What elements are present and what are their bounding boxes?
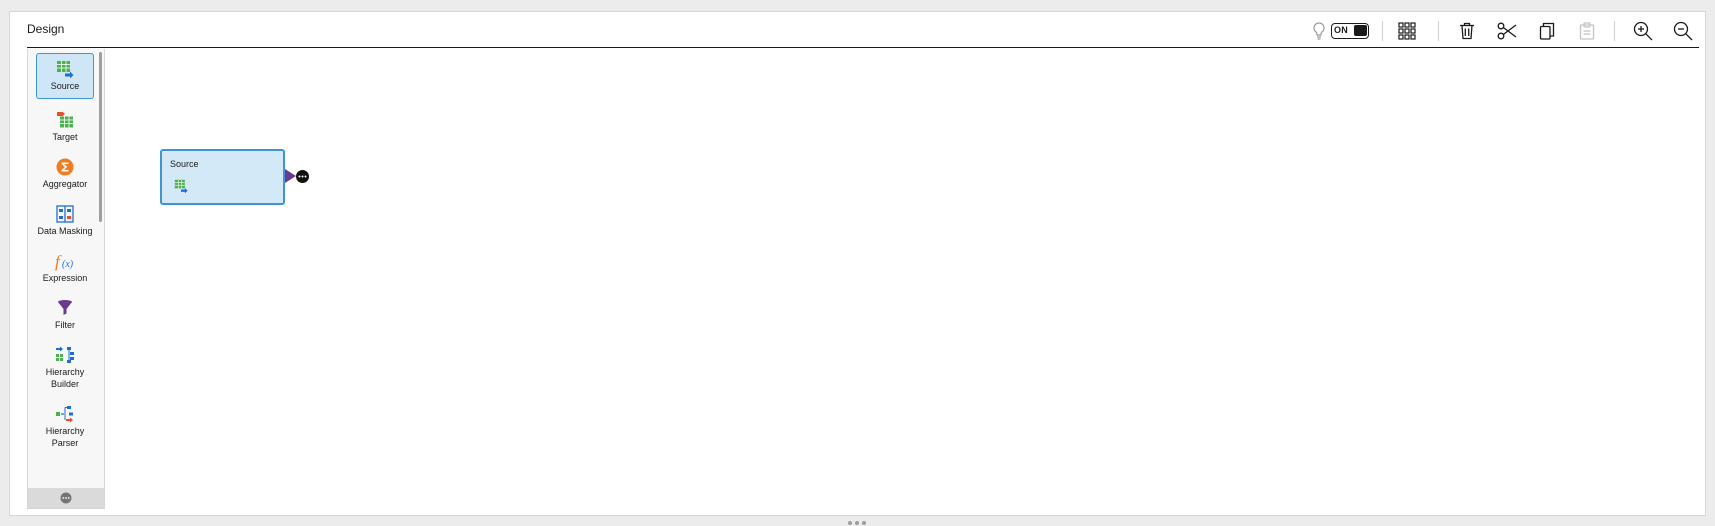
zoom-out-icon[interactable] [1672, 20, 1694, 42]
paste-icon[interactable] [1576, 20, 1598, 42]
svg-text:f: f [55, 252, 62, 271]
target-icon [56, 109, 74, 131]
source-icon [174, 179, 188, 198]
copy-icon[interactable] [1536, 20, 1558, 42]
node-label: Source [170, 159, 199, 169]
source-output-port[interactable] [285, 169, 296, 183]
palette-item-label: Source [50, 81, 80, 91]
hierarchy-parser-icon [55, 403, 75, 425]
source-icon [56, 58, 74, 80]
transformation-palette: Source Target Aggregator Data Masking f … [27, 49, 105, 509]
zoom-in-icon[interactable] [1632, 20, 1654, 42]
palette-item-expression[interactable]: f (x) Expression [36, 250, 94, 284]
palette-item-aggregator[interactable]: Aggregator [36, 156, 94, 190]
design-panel: Design ON Source Target Aggregator Data … [9, 11, 1706, 516]
palette-item-label: Aggregator [42, 179, 88, 189]
palette-item-label: Target [52, 132, 78, 142]
more-icon [60, 492, 72, 504]
arrange-grid-icon[interactable] [1396, 20, 1418, 42]
cut-icon[interactable] [1496, 20, 1518, 42]
palette-item-label: Data Masking [37, 226, 93, 236]
palette-item-filter[interactable]: Filter [36, 297, 94, 331]
aggregator-icon [56, 156, 74, 178]
palette-item-source[interactable]: Source [36, 53, 94, 99]
palette-item-label: Hierarchy Builder [45, 367, 85, 389]
node-more-icon[interactable] [296, 170, 309, 183]
recommendations-toggle[interactable]: ON [1331, 23, 1369, 39]
palette-item-hierarchy-parser[interactable]: Hierarchy Parser [36, 403, 94, 449]
delete-icon[interactable] [1456, 20, 1478, 42]
hierarchy-builder-icon [55, 344, 75, 366]
palette-item-label: Filter [55, 320, 75, 330]
toolbar-divider [1438, 21, 1439, 41]
expression-icon: f (x) [54, 250, 76, 272]
source-node[interactable]: Source [160, 149, 285, 205]
palette-item-label: Expression [42, 273, 88, 283]
palette-item-hierarchy-builder[interactable]: Hierarchy Builder [36, 344, 94, 390]
toggle-label: ON [1334, 25, 1348, 35]
palette-item-target[interactable]: Target [36, 109, 94, 143]
palette-more-button[interactable] [28, 488, 104, 508]
panel-resize-handle[interactable] [848, 520, 868, 526]
lightbulb-icon[interactable] [1308, 20, 1330, 42]
data-masking-icon [56, 203, 74, 225]
svg-text:(x): (x) [62, 259, 74, 270]
filter-icon [57, 297, 73, 319]
palette-scrollbar[interactable] [99, 52, 102, 222]
toolbar-divider [1382, 21, 1383, 41]
design-header: Design ON [27, 12, 1699, 48]
page-title: Design [27, 22, 65, 36]
palette-item-label: Hierarchy Parser [45, 426, 85, 448]
palette-item-data-masking[interactable]: Data Masking [36, 203, 94, 237]
toggle-knob [1354, 25, 1367, 36]
toolbar-divider [1614, 21, 1615, 41]
